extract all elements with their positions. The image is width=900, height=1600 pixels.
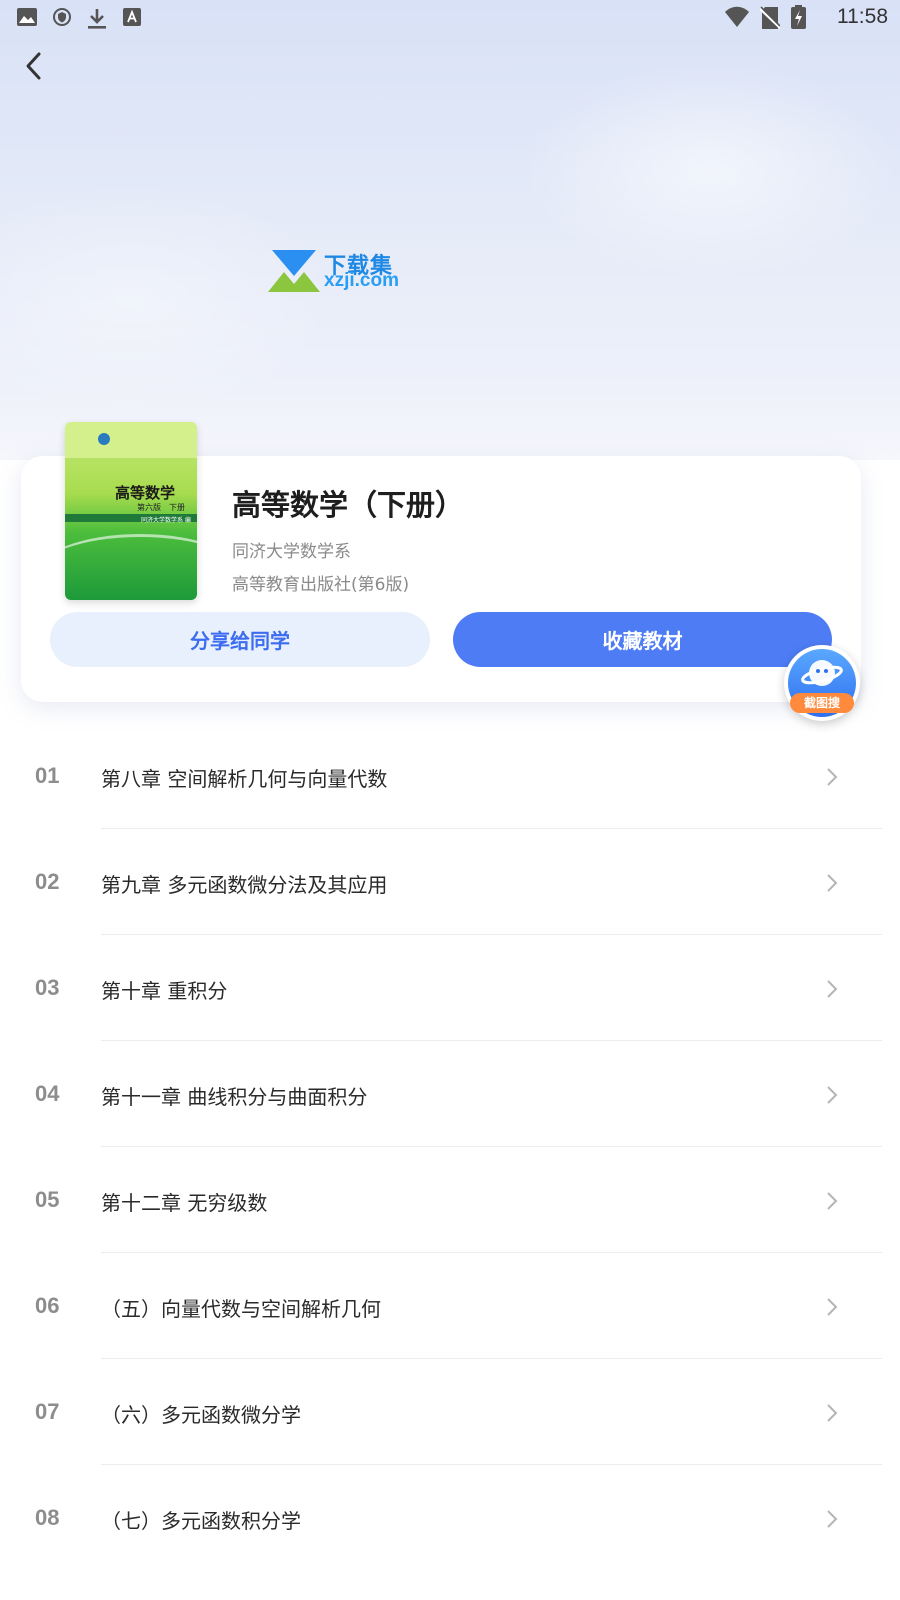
chevron-right-icon [826,767,838,791]
share-button[interactable]: 分享给同学 [50,612,430,667]
toc-title: 第十一章 曲线积分与曲面积分 [101,1085,368,1109]
download-icon [87,8,107,34]
image-icon [17,8,37,30]
book-author: 同济大学数学系 [232,542,351,562]
chevron-right-icon [826,979,838,1003]
cover-arc [65,534,197,600]
cover-author: 同济大学数学系 编 [141,517,191,524]
book-publisher: 高等教育出版社(第6版) [232,575,410,595]
toc-item[interactable]: 07 （六）多元函数微分学 [0,1359,900,1465]
chevron-left-icon [23,51,45,85]
toc-item[interactable]: 01 第八章 空间解析几何与向量代数 [0,723,900,829]
toc-number: 05 [35,1187,60,1212]
cover-logo-icon [98,430,110,449]
toc-title: 第八章 空间解析几何与向量代数 [101,767,388,791]
back-button[interactable] [14,48,54,88]
toc-title: 第九章 多元函数微分法及其应用 [101,873,388,897]
watermark-name-en: xzji.com [324,270,399,291]
toc-title: 第十章 重积分 [101,979,228,1003]
cover-header [65,422,197,458]
watermark-logo: 下载集 xzji.com [268,248,418,296]
chevron-right-icon [826,1297,838,1321]
toc-item[interactable]: 08 （七）多元函数积分学 [0,1465,900,1571]
chevron-right-icon [826,1509,838,1533]
chevron-right-icon [826,1403,838,1427]
status-bar: 11:58 [0,0,900,36]
screenshot-search-button[interactable]: 截图搜 [784,645,860,721]
cloud-decoration [520,60,900,280]
toc-title: （五）向量代数与空间解析几何 [101,1297,381,1321]
chevron-right-icon [826,1085,838,1109]
status-time: 11:58 [837,5,888,28]
table-of-contents: 01 第八章 空间解析几何与向量代数 02 第九章 多元函数微分法及其应用 03… [0,723,900,1571]
cover-edition: 第六版 下册 [137,503,185,512]
book-cover[interactable]: 高等数学 第六版 下册 同济大学数学系 编 [65,422,197,600]
text-icon [123,8,141,30]
toc-item[interactable]: 05 第十二章 无穷级数 [0,1147,900,1253]
toc-number: 01 [35,763,60,788]
header-background [0,0,900,460]
battery-charging-icon [791,5,806,33]
toc-item[interactable]: 06 （五）向量代数与空间解析几何 [0,1253,900,1359]
chevron-right-icon [826,1191,838,1215]
toc-number: 06 [35,1293,60,1318]
cloud-decoration [0,180,340,420]
toc-number: 04 [35,1081,60,1106]
toc-number: 03 [35,975,60,1000]
chevron-right-icon [826,873,838,897]
logo-arrow-icon [268,250,320,296]
cover-title: 高等数学 [115,484,176,502]
toc-item[interactable]: 03 第十章 重积分 [0,935,900,1041]
fab-label: 截图搜 [790,693,854,713]
shield-icon [53,8,71,30]
toc-item[interactable]: 02 第九章 多元函数微分法及其应用 [0,829,900,935]
toc-number: 08 [35,1505,60,1530]
toc-title: （六）多元函数微分学 [101,1403,301,1427]
toc-title: 第十二章 无穷级数 [101,1191,268,1215]
toc-number: 07 [35,1399,60,1424]
toc-title: （七）多元函数积分学 [101,1509,301,1533]
no-sim-icon [759,6,781,34]
book-title: 高等数学（下册） [232,488,465,522]
toc-item[interactable]: 04 第十一章 曲线积分与曲面积分 [0,1041,900,1147]
collect-button[interactable]: 收藏教材 [453,612,832,667]
toc-number: 02 [35,869,60,894]
wifi-icon [724,6,750,32]
